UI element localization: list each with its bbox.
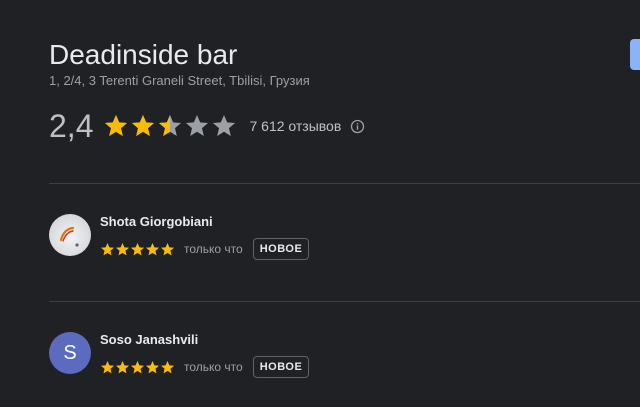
reviewer-name[interactable]: Shota Giorgobiani — [100, 214, 213, 230]
divider — [49, 183, 640, 184]
star-icon — [159, 114, 182, 136]
review-stars — [100, 242, 175, 257]
star-icon — [146, 360, 159, 373]
star-icon — [101, 360, 114, 373]
star-icon — [161, 360, 174, 373]
new-badge: НОВОЕ — [252, 238, 310, 260]
reviewer-name[interactable]: Soso Janashvili — [100, 332, 198, 348]
star-icon — [161, 242, 174, 255]
review-time: только что — [184, 242, 243, 256]
review-time: только что — [184, 360, 243, 374]
review-item: Shota Giorgobiani только что НОВОЕ — [49, 214, 629, 260]
review-stars — [100, 360, 175, 375]
star-icon — [105, 114, 128, 136]
avatar-photo-icon — [59, 226, 79, 247]
review-item: S Soso Janashvili только что НОВОЕ — [49, 332, 629, 378]
review-meta: только что НОВОЕ — [100, 356, 310, 378]
place-address: 1, 2/4, 3 Terenti Graneli Street, Tbilis… — [49, 73, 310, 88]
star-icon — [146, 242, 159, 255]
review-count-link[interactable]: 7 612 отзывов — [249, 118, 341, 134]
divider — [49, 301, 640, 302]
rating-value: 2,4 — [49, 108, 94, 144]
star-icon — [132, 114, 155, 136]
rating-summary: 2,4 7 612 отзывов — [49, 106, 365, 146]
review-meta: только что НОВОЕ — [100, 238, 310, 260]
star-icon — [116, 360, 129, 373]
rating-stars — [103, 113, 237, 139]
reviewer-avatar[interactable]: S — [49, 332, 91, 374]
write-review-button[interactable] — [630, 39, 640, 70]
new-badge: НОВОЕ — [252, 356, 310, 378]
star-icon — [116, 242, 129, 255]
info-icon[interactable] — [350, 119, 365, 134]
place-title: Deadinside bar — [49, 39, 238, 70]
star-icon — [101, 242, 114, 255]
star-icon — [131, 360, 144, 373]
reviewer-avatar[interactable] — [49, 214, 91, 256]
star-icon — [186, 114, 209, 136]
place-reviews-panel: Deadinside bar 1, 2/4, 3 Terenti Graneli… — [0, 0, 640, 407]
star-icon — [213, 114, 236, 136]
star-icon — [131, 242, 144, 255]
